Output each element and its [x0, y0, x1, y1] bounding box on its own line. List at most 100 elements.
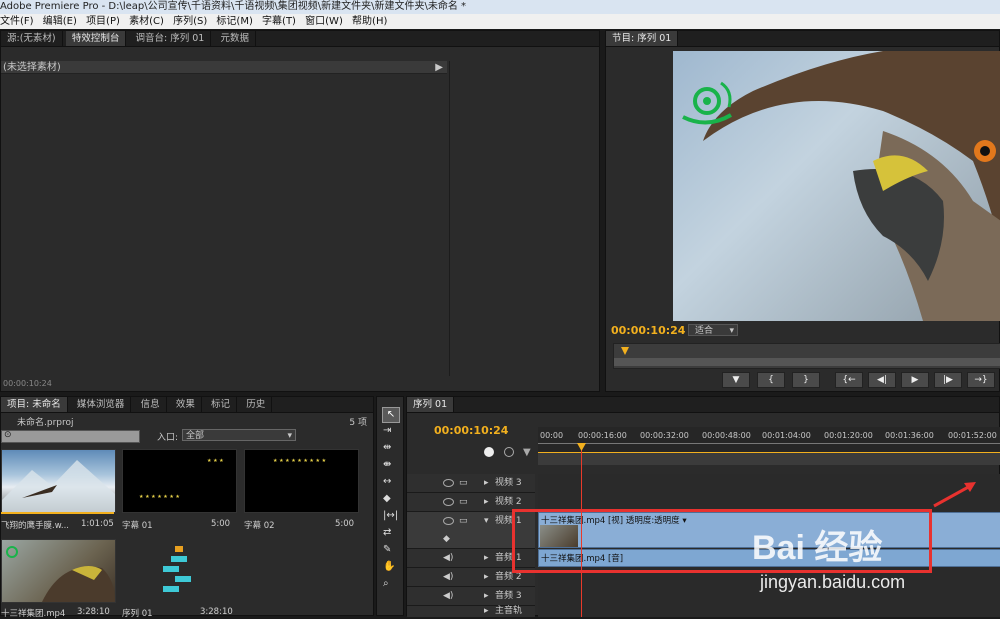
- tab-effect-controls[interactable]: 特效控制台: [65, 31, 127, 46]
- project-item-thumbnail[interactable]: [1, 539, 116, 603]
- marker-button[interactable]: ▼: [722, 372, 750, 388]
- play-triangle-icon[interactable]: ▶: [435, 61, 443, 74]
- project-file-name: 未命名.prproj: [17, 418, 74, 428]
- speaker-icon[interactable]: ◀): [443, 568, 453, 586]
- go-to-out-button[interactable]: →}: [967, 372, 995, 388]
- mark-out-button[interactable]: }: [792, 372, 820, 388]
- expand-arrow-icon[interactable]: ▸: [484, 568, 489, 586]
- tab-project[interactable]: 项目: 未命名: [1, 397, 68, 412]
- mark-in-button[interactable]: {: [757, 372, 785, 388]
- title-thumb-text-icon: ★ ★ ★ ★ ★ ★ ★ ★ ★: [273, 458, 327, 464]
- project-item-thumbnail[interactable]: [122, 539, 237, 603]
- work-area-bar[interactable]: [538, 452, 1000, 465]
- marker-globe-icon[interactable]: [504, 447, 514, 457]
- film-icon[interactable]: ▭: [459, 512, 468, 530]
- project-tabs: 项目: 未命名 媒体浏览器 信息 效果 标记 历史: [1, 397, 373, 413]
- film-icon[interactable]: ▭: [459, 493, 468, 511]
- tab-info[interactable]: 信息: [135, 397, 167, 412]
- pen-tool-icon[interactable]: ✎: [383, 544, 391, 555]
- snap-icon[interactable]: [484, 447, 494, 457]
- menu-edit[interactable]: 编辑(E): [43, 14, 83, 29]
- tab-metadata[interactable]: 元数据: [215, 31, 257, 46]
- track-header-master: ▸ 主音轨: [407, 606, 535, 618]
- ripple-edit-tool-icon[interactable]: ⇹: [383, 442, 391, 453]
- slide-tool-icon[interactable]: ⇄: [383, 527, 391, 538]
- program-scrubber[interactable]: [613, 343, 1000, 369]
- ruler-label: 00:00:16:00: [578, 431, 627, 440]
- project-item-name: 字幕 02: [244, 521, 275, 531]
- tab-source[interactable]: 源:(无素材): [1, 31, 63, 46]
- menu-sequence[interactable]: 序列(S): [173, 14, 213, 29]
- inpoint-dropdown[interactable]: 全部 ▾: [182, 429, 296, 441]
- speaker-icon[interactable]: ◀): [443, 549, 453, 567]
- rolling-edit-tool-icon[interactable]: ⇼: [383, 459, 391, 470]
- razor-tool-icon[interactable]: ◆: [383, 493, 391, 504]
- item-count: 5 项: [349, 418, 367, 428]
- project-item-duration: 1:01:05: [81, 519, 114, 529]
- track-select-tool-icon[interactable]: ⇥: [383, 425, 391, 436]
- tab-audio-mixer[interactable]: 调音台: 序列 01: [130, 31, 212, 46]
- keyframe-icon[interactable]: ◆: [443, 530, 450, 548]
- effect-controls-panel: 源:(无素材) 特效控制台 调音台: 序列 01 元数据 (未选择素材) ▶ 0…: [0, 30, 600, 392]
- project-item-thumbnail[interactable]: ★ ★ ★ ★ ★ ★ ★ ★ ★: [244, 449, 359, 513]
- timeline-tabs: 序列 01: [407, 397, 999, 413]
- menu-title[interactable]: 字幕(T): [262, 14, 302, 29]
- play-button[interactable]: ▶: [901, 372, 929, 388]
- timeline-timecode[interactable]: 00:00:10:24: [434, 424, 508, 437]
- eye-icon[interactable]: [443, 498, 454, 506]
- zoom-tool-icon[interactable]: ⌕: [383, 578, 389, 589]
- add-marker-icon[interactable]: ▼: [523, 447, 531, 458]
- program-zoom-bar[interactable]: [614, 358, 1000, 366]
- tab-sequence[interactable]: 序列 01: [407, 397, 455, 412]
- program-monitor-panel: 节目: 序列 01 00:00:10:24 适合 ▾ ▼ { } {← ◀| ▶…: [605, 30, 1000, 392]
- tab-markers[interactable]: 标记: [205, 397, 238, 412]
- tab-history[interactable]: 历史: [240, 397, 273, 412]
- slip-tool-icon[interactable]: |↔|: [383, 510, 398, 521]
- eye-icon[interactable]: [443, 479, 454, 487]
- hand-tool-icon[interactable]: ✋: [383, 561, 395, 572]
- expand-arrow-icon[interactable]: ▸: [484, 474, 489, 492]
- expand-arrow-icon[interactable]: ▸: [484, 606, 489, 617]
- expand-arrow-icon[interactable]: ▸: [484, 493, 489, 511]
- menu-clip[interactable]: 素材(C): [129, 14, 170, 29]
- window-title-bar: Adobe Premiere Pro - D:\leap\公司宣传\千语资料\千…: [0, 0, 1000, 14]
- program-timecode[interactable]: 00:00:10:24: [611, 324, 685, 337]
- title-thumb-text-icon: ★ ★ ★ ★ ★ ★ ★: [139, 494, 180, 500]
- expand-arrow-icon[interactable]: ▸: [484, 549, 489, 567]
- go-to-in-button[interactable]: {←: [835, 372, 863, 388]
- playhead-icon[interactable]: [621, 347, 629, 355]
- speaker-icon[interactable]: ◀): [443, 587, 453, 605]
- step-forward-button[interactable]: |▶: [934, 372, 962, 388]
- expand-arrow-icon[interactable]: ▸: [484, 587, 489, 605]
- menu-help[interactable]: 帮助(H): [352, 14, 393, 29]
- watermark-url: jingyan.baidu.com: [760, 572, 906, 592]
- eye-icon[interactable]: [443, 517, 454, 525]
- effect-controls-timecode: 00:00:10:24: [3, 379, 52, 388]
- menu-window[interactable]: 窗口(W): [305, 14, 349, 29]
- menu-file[interactable]: 文件(F): [0, 14, 40, 29]
- project-panel: 项目: 未命名 媒体浏览器 信息 效果 标记 历史 未命名.prproj 5 项…: [0, 396, 374, 619]
- timeline-panel: 序列 01 00:00:10:24 ▼ 00:00 00:00:16:00 00…: [406, 396, 1000, 618]
- search-input[interactable]: ⊙: [1, 430, 140, 443]
- selection-tool-icon[interactable]: ↖: [382, 407, 400, 423]
- time-ruler[interactable]: 00:00 00:00:16:00 00:00:32:00 00:00:48:0…: [538, 427, 1000, 465]
- collapse-arrow-icon[interactable]: ▾: [484, 512, 489, 530]
- tab-media-browser[interactable]: 媒体浏览器: [71, 397, 132, 412]
- track-header-video3: ▭ ▸ 视频 3: [407, 474, 535, 493]
- inpoint-dropdown-value: 全部: [186, 431, 205, 441]
- film-icon[interactable]: ▭: [459, 474, 468, 492]
- fit-dropdown-value: 适合: [695, 326, 714, 336]
- chevron-down-icon: ▾: [729, 326, 734, 336]
- effect-controls-header: (未选择素材) ▶: [1, 61, 447, 74]
- project-item-thumbnail[interactable]: [1, 449, 116, 513]
- tab-program-sequence[interactable]: 节目: 序列 01: [606, 31, 679, 46]
- track-name: 视频 3: [495, 478, 522, 488]
- fit-dropdown[interactable]: 适合 ▾: [688, 324, 738, 336]
- menu-marker[interactable]: 标记(M): [216, 14, 258, 29]
- tab-effects[interactable]: 效果: [170, 397, 202, 412]
- menu-project[interactable]: 项目(P): [86, 14, 126, 29]
- rate-stretch-tool-icon[interactable]: ↔: [383, 476, 391, 487]
- ruler-label: 00:00: [540, 431, 564, 440]
- step-back-button[interactable]: ◀|: [868, 372, 896, 388]
- project-item-thumbnail[interactable]: ★ ★ ★ ★ ★ ★ ★ ★ ★ ★: [122, 449, 237, 513]
